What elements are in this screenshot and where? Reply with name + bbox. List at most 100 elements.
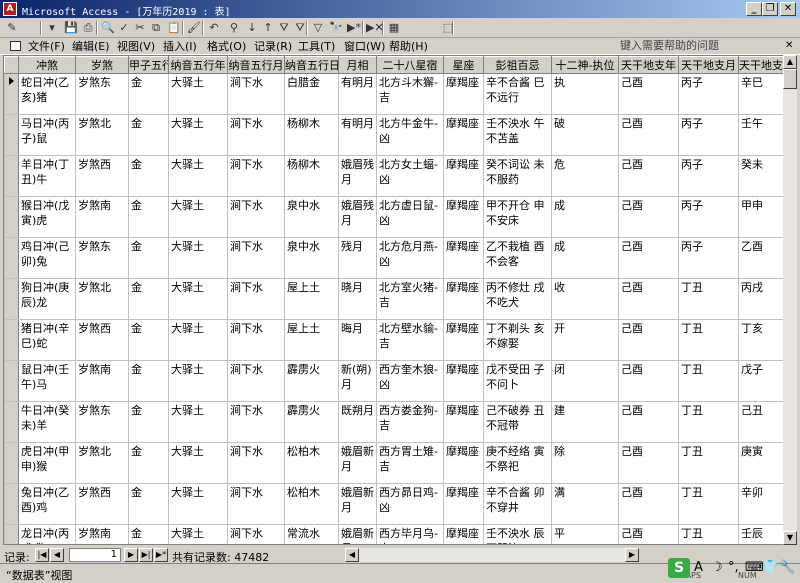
menu-3[interactable]: 插入(I) [163,39,197,54]
table-cell[interactable]: 癸不词讼 未不服药 [483,155,552,197]
table-cell[interactable]: 涧下水 [227,483,285,525]
column-header[interactable]: 天干地支月 [678,56,739,74]
last-record-button[interactable]: ▶| [139,548,153,562]
table-cell[interactable]: 壬不泱水 辰不哭泣 [483,524,552,544]
table-cell[interactable]: 摩羯座 [443,319,484,361]
table-cell[interactable]: 辛不合酱 卯不穿井 [483,483,552,525]
print-preview-icon[interactable]: ⎙ [80,20,96,36]
table-row[interactable]: 鸡日冲(己卯)兔 岁煞东金大驿土 涧下水 泉中水 残月 北方危月燕-凶 摩羯座 乙不栽植 酉不… [4,237,795,279]
ime-tool-icon[interactable]: A [694,560,703,575]
column-header[interactable]: 纳音五行月 [227,56,285,74]
menu-4[interactable]: 格式(O) [207,39,246,54]
table-cell[interactable]: 乙不栽植 酉不会客 [483,237,552,279]
table-cell[interactable]: 摩羯座 [443,442,484,484]
table-cell[interactable]: 丙不修灶 戌不吃犬 [483,278,552,320]
table-cell[interactable]: 金 [128,442,169,484]
table-cell[interactable]: 己不破券 丑不冠带 [483,401,552,443]
table-cell[interactable]: 金 [128,278,169,320]
horizontal-scrollbar[interactable]: ◀ ▶ [345,548,639,562]
table-cell[interactable]: 己酉 [618,401,679,443]
table-cell[interactable]: 龙日冲(丙戌)狗 [18,524,76,544]
next-record-button[interactable]: ▶ [124,548,138,562]
table-cell[interactable]: 马日冲(丙子)鼠 [18,114,76,156]
table-row[interactable]: 龙日冲(丙戌)狗岁煞南金大驿土涧下水常流水娥眉新月西方毕月乌-吉摩羯座壬不泱水 … [4,524,795,544]
table-cell[interactable]: 己酉 [618,360,679,402]
table-row[interactable]: 虎日冲(甲申)猴 岁煞北金大驿土 涧下水 松柏木 娥眉新月 西方胃土雉-吉 摩羯座 庚不经络 … [4,442,795,484]
table-cell[interactable]: 丁丑 [678,524,739,544]
table-cell[interactable]: 娥眉新月 [338,442,377,484]
scroll-up-button[interactable]: ▲ [783,55,797,69]
column-header[interactable]: 彭祖百忌 [483,56,552,74]
table-cell[interactable]: 牛日冲(癸未)羊 [18,401,76,443]
record-selector[interactable] [4,442,19,484]
table-cell[interactable]: 白腊金 [284,73,339,115]
table-cell[interactable]: 涧下水 [227,155,285,197]
table-cell[interactable]: 己酉 [618,483,679,525]
help-search-input[interactable]: 键入需要帮助的问题 [620,38,780,53]
table-cell[interactable]: 岁煞东 [75,401,129,443]
ime-tool-icon[interactable]: 👕 [762,560,778,575]
record-selector[interactable] [4,73,19,115]
table-cell[interactable]: 大驿土 [168,442,228,484]
table-cell[interactable]: 己酉 [618,278,679,320]
current-record-input[interactable]: 1 [69,548,121,562]
document-close-button[interactable]: ✕ [785,40,793,51]
minimize-button[interactable]: _ [746,2,762,16]
table-cell[interactable]: 建 [551,401,619,443]
table-cell[interactable]: 晦月 [338,319,377,361]
record-selector[interactable] [4,401,19,443]
column-header[interactable]: 月相 [338,56,377,74]
table-cell[interactable]: 大驿土 [168,114,228,156]
table-cell[interactable]: 娥眉残月 [338,196,377,238]
table-cell[interactable]: 大驿土 [168,237,228,279]
table-cell[interactable]: 辛不合酱 巳不远行 [483,73,552,115]
table-cell[interactable]: 大驿土 [168,319,228,361]
table-cell[interactable]: 西方毕月乌-吉 [376,524,444,544]
record-selector[interactable] [4,524,19,544]
table-cell[interactable]: 霹雳火 [284,360,339,402]
table-row[interactable]: 兔日冲(乙酉)鸡 岁煞西金大驿土 涧下水 松柏木 娥眉新月 西方昴日鸡-凶 摩羯座 辛不合酱 … [4,483,795,525]
table-cell[interactable]: 岁煞北 [75,114,129,156]
copy-icon[interactable]: ✂ [132,20,148,36]
table-cell[interactable]: 屋上土 [284,278,339,320]
table-cell[interactable]: 岁煞南 [75,360,129,402]
table-cell[interactable]: 岁煞西 [75,483,129,525]
table-row[interactable]: 牛日冲(癸未)羊 岁煞东金大驿土 涧下水 霹雳火 既朔月 西方娄金狗-吉 摩羯座 己不破券 丑… [4,401,795,443]
table-cell[interactable]: 丁丑 [678,483,739,525]
table-cell[interactable]: 己酉 [618,237,679,279]
column-header[interactable]: 十二神-执位 [551,56,619,74]
table-row[interactable]: 马日冲(丙子)鼠 岁煞北金大驿土 涧下水 杨柳木 有明月 北方牛金牛-凶 摩羯座 壬不泱水 午… [4,114,795,156]
scroll-thumb[interactable] [783,69,797,89]
table-cell[interactable]: 摩羯座 [443,360,484,402]
save-icon[interactable]: ▾ [44,20,60,36]
column-header[interactable]: 甲子五行 [128,56,169,74]
table-cell[interactable]: 蛇日冲(乙亥)猪 [18,73,76,115]
menu-8[interactable]: 帮助(H) [389,39,428,54]
table-cell[interactable]: 大驿土 [168,155,228,197]
table-cell[interactable]: 涧下水 [227,442,285,484]
table-cell[interactable]: 涧下水 [227,237,285,279]
record-selector[interactable] [4,196,19,238]
table-cell[interactable]: 成 [551,196,619,238]
table-cell[interactable]: 摩羯座 [443,73,484,115]
table-cell[interactable]: 己酉 [618,155,679,197]
cut-icon[interactable]: ✓ [116,20,132,36]
paste-icon[interactable]: ⧉ [148,20,164,36]
table-cell[interactable]: 金 [128,73,169,115]
new-record-icon[interactable]: 🔭 [328,20,344,36]
column-header[interactable]: 纳音五行年 [168,56,228,74]
table-cell[interactable]: 开 [551,319,619,361]
spell-check-icon[interactable]: 🔍 [100,20,116,36]
apply-filter-icon[interactable]: ⛛ [292,20,308,36]
table-cell[interactable]: 岁煞西 [75,155,129,197]
column-header[interactable]: 冲煞 [18,56,76,74]
datasheet-grid[interactable]: 冲煞岁煞甲子五行纳音五行年纳音五行月纳音五行日月相二十八星宿星座彭祖百忌十二神-… [3,55,797,545]
table-cell[interactable]: 丙子 [678,155,739,197]
table-cell[interactable]: 丁不剃头 亥不嫁娶 [483,319,552,361]
close-button[interactable]: ✕ [780,2,796,16]
table-cell[interactable]: 摩羯座 [443,196,484,238]
table-cell[interactable]: 金 [128,155,169,197]
table-cell[interactable]: 摩羯座 [443,237,484,279]
record-selector[interactable] [4,114,19,156]
print-icon[interactable]: 💾 [63,20,79,36]
